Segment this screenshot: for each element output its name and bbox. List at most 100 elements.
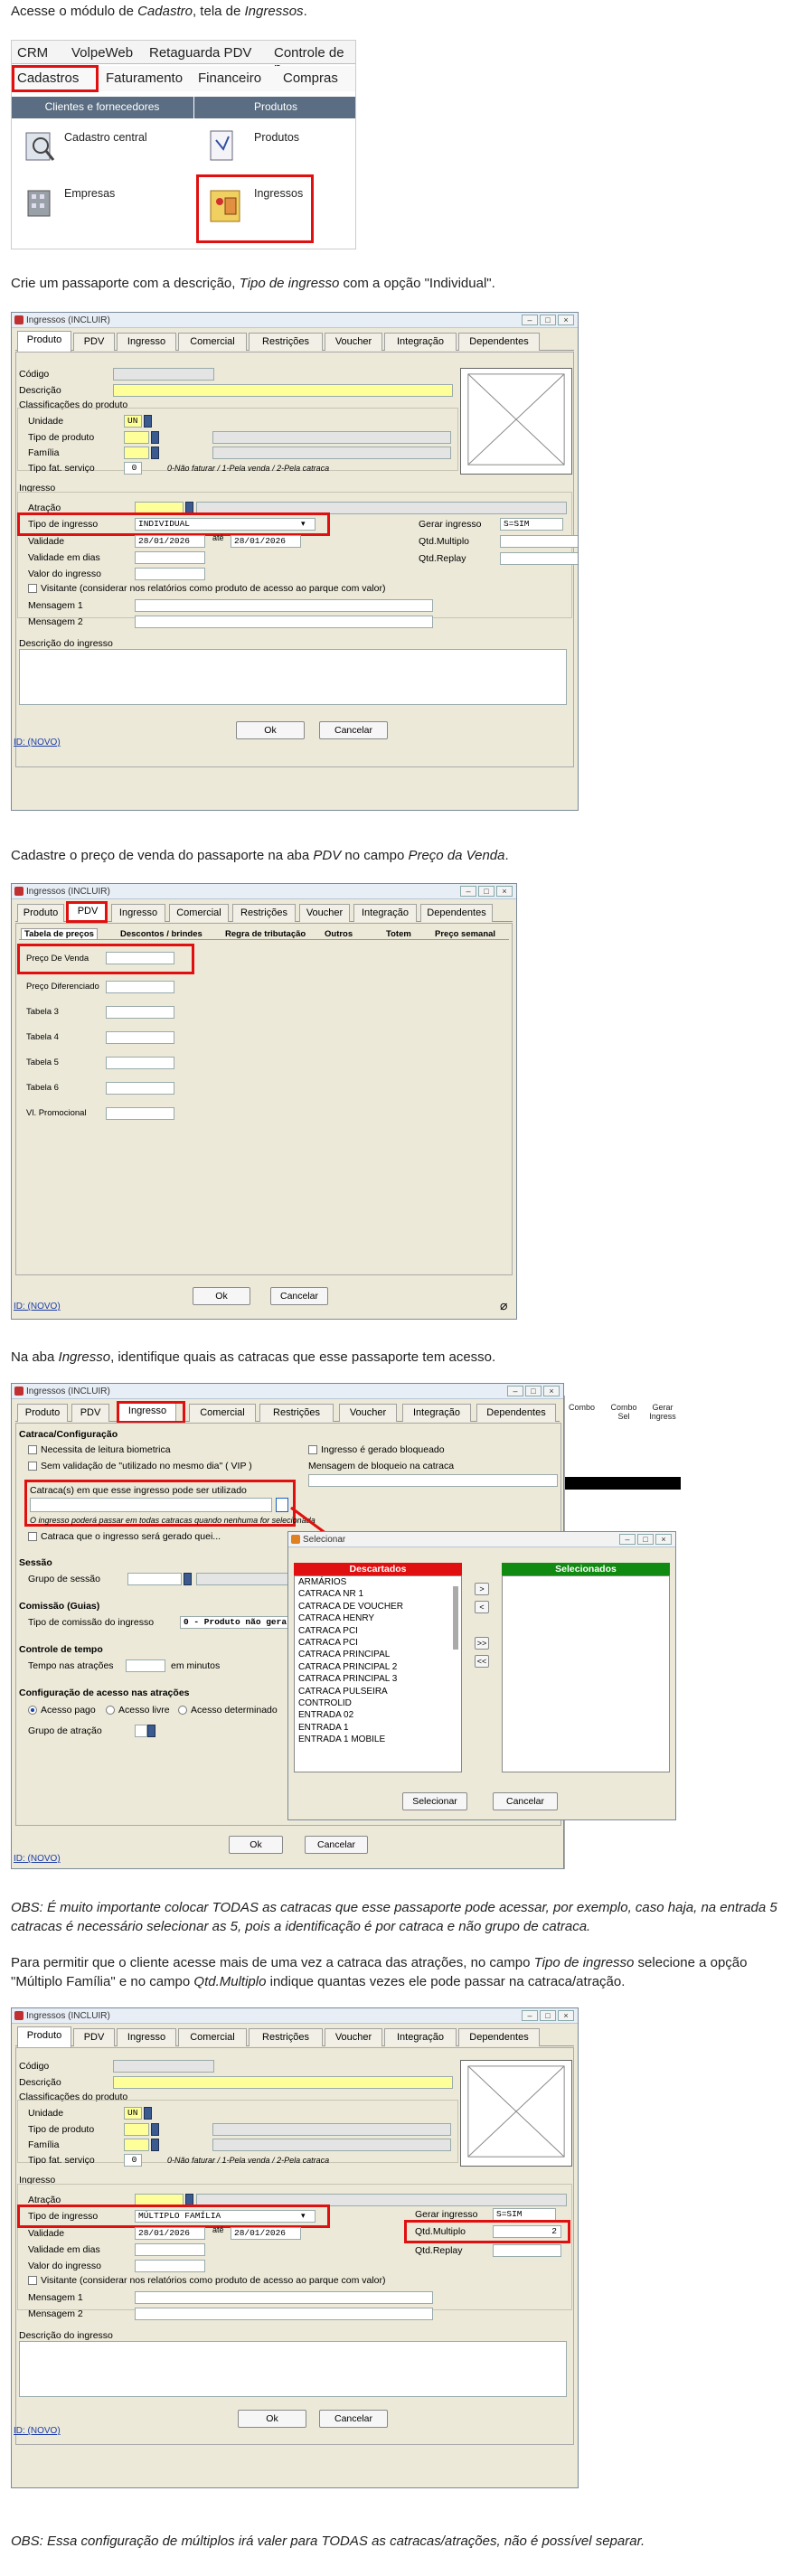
minimize-icon[interactable]: –: [522, 315, 538, 325]
gerar-ingresso-select[interactable]: S=SIM: [500, 518, 563, 531]
tempo-atracoes-field[interactable]: [126, 1659, 165, 1672]
product-photo[interactable]: [460, 368, 572, 475]
tab-voucher[interactable]: Voucher: [299, 904, 350, 922]
preco-diferenciado-field[interactable]: [106, 981, 174, 993]
vl-promocional-field[interactable]: [106, 1107, 174, 1120]
tab-comercial[interactable]: Comercial: [178, 2028, 247, 2046]
subtab-totem[interactable]: Totem: [386, 929, 411, 939]
familia-lookup-icon[interactable]: [151, 447, 159, 459]
tabela4-field[interactable]: [106, 1031, 174, 1044]
validade-ate-field[interactable]: 28/01/2026: [231, 535, 301, 548]
catracas-lookup-button[interactable]: [276, 1498, 288, 1512]
list-item[interactable]: CATRACA PCI: [298, 1637, 461, 1649]
descricao-field[interactable]: [113, 384, 453, 397]
ok-button[interactable]: Ok: [229, 1836, 283, 1854]
list-item[interactable]: CATRACA DE VOUCHER: [298, 1601, 461, 1612]
selecionar-button[interactable]: Selecionar: [402, 1792, 467, 1810]
minimize-icon[interactable]: –: [460, 886, 476, 897]
bloqueado-checkbox[interactable]: [308, 1445, 317, 1454]
list-item[interactable]: CATRACA PRINCIPAL 3: [298, 1673, 461, 1685]
cancel-button[interactable]: Cancelar: [270, 1287, 328, 1305]
selecionados-list[interactable]: [502, 1575, 670, 1772]
unidade-field[interactable]: UN: [124, 415, 142, 428]
tab-restricoes[interactable]: Restrições: [249, 2028, 323, 2046]
remove-all-button[interactable]: <<: [475, 1655, 489, 1668]
list-item[interactable]: CATRACA PCI: [298, 1625, 461, 1637]
mensagem1-field[interactable]: [135, 599, 433, 612]
valor-field[interactable]: [135, 568, 205, 580]
qtd-multiplo-field[interactable]: [500, 535, 578, 548]
cadastro-central-icon[interactable]: [24, 129, 55, 164]
list-item[interactable]: CATRACA PRINCIPAL: [298, 1649, 461, 1660]
tab-comercial[interactable]: Comercial: [178, 333, 247, 351]
validade-dias-field[interactable]: [135, 551, 205, 564]
produtos-label[interactable]: Produtos: [254, 131, 299, 144]
product-photo[interactable]: [460, 2060, 572, 2167]
tipo-fat-field[interactable]: 0: [124, 462, 142, 475]
ok-button[interactable]: Ok: [193, 1287, 250, 1305]
tab-voucher[interactable]: Voucher: [339, 1404, 397, 1422]
list-item[interactable]: CATRACA HENRY: [298, 1612, 461, 1624]
list-item[interactable]: CATRACA PRINCIPAL 2: [298, 1661, 461, 1673]
add-button[interactable]: >: [475, 1583, 489, 1595]
close-icon[interactable]: ×: [655, 1534, 672, 1545]
tipo-fat-field[interactable]: 0: [124, 2154, 142, 2167]
tab-pdv[interactable]: PDV: [73, 2028, 115, 2046]
tabela6-field[interactable]: [106, 1082, 174, 1095]
ingressos-icon[interactable]: [207, 185, 243, 225]
tab-pdv[interactable]: PDV: [71, 1404, 109, 1422]
cancel-button[interactable]: Cancelar: [305, 1836, 368, 1854]
tab-ingresso[interactable]: Ingresso: [117, 333, 176, 351]
minimize-icon[interactable]: –: [522, 2010, 538, 2021]
tipo-produto-field[interactable]: [124, 2123, 149, 2136]
cancel-button[interactable]: Cancelar: [319, 721, 388, 739]
menu-financeiro[interactable]: Financeiro: [198, 71, 261, 86]
tab-dependentes[interactable]: Dependentes: [458, 333, 540, 351]
produtos-icon[interactable]: [207, 127, 238, 164]
biometria-checkbox[interactable]: [28, 1445, 37, 1454]
id-link[interactable]: ID: (NOVO): [14, 738, 61, 747]
tabela5-field[interactable]: [106, 1057, 174, 1069]
catracas-field[interactable]: [30, 1498, 272, 1512]
subtab-descontos[interactable]: Descontos / brindes: [120, 929, 202, 939]
descricao-ingresso-textarea[interactable]: [19, 649, 567, 705]
tab-dependentes[interactable]: Dependentes: [420, 904, 493, 922]
unidade-lookup-icon[interactable]: [144, 2107, 152, 2120]
msg-bloqueio-field[interactable]: [308, 1474, 558, 1487]
tab-pdv[interactable]: PDV: [73, 333, 115, 351]
cadastro-central-label[interactable]: Cadastro central: [64, 131, 147, 144]
grupo-atracao-field[interactable]: [135, 1725, 147, 1737]
subtab-preco-semanal[interactable]: Preço semanal: [435, 929, 495, 939]
gerar-ingresso-select[interactable]: S=SIM: [493, 2208, 556, 2221]
close-icon[interactable]: ×: [558, 2010, 574, 2021]
ok-button[interactable]: Ok: [236, 721, 305, 739]
menu-retaguarda[interactable]: Retaguarda PDV: [149, 45, 251, 61]
grupo-sessao-field[interactable]: [127, 1573, 182, 1585]
tab-ingresso[interactable]: Ingresso: [117, 2028, 176, 2046]
tipo-comissao-select[interactable]: 0 - Produto não gera: [180, 1616, 288, 1629]
cancel-button[interactable]: Cancelar: [319, 2410, 388, 2428]
preco-venda-field[interactable]: [106, 952, 174, 964]
menu-compras[interactable]: Compras: [283, 71, 338, 86]
tabela3-field[interactable]: [106, 1006, 174, 1019]
familia-lookup-icon[interactable]: [151, 2139, 159, 2151]
menu-faturamento[interactable]: Faturamento: [106, 71, 183, 86]
qtd-multiplo-field[interactable]: 2: [493, 2225, 561, 2238]
tab-restricoes[interactable]: Restrições: [232, 904, 296, 922]
list-item[interactable]: CATRACA PULSEIRA: [298, 1686, 461, 1697]
maximize-icon[interactable]: □: [525, 1386, 542, 1396]
tab-dependentes[interactable]: Dependentes: [476, 1404, 556, 1422]
ingressos-label[interactable]: Ingressos: [254, 187, 303, 200]
mensagem1-field[interactable]: [135, 2291, 433, 2304]
tab-ingresso[interactable]: Ingresso: [111, 904, 165, 922]
tab-integracao[interactable]: Integração: [384, 333, 457, 351]
id-link[interactable]: ID: (NOVO): [14, 2426, 61, 2436]
codigo-field[interactable]: [113, 368, 214, 381]
list-item[interactable]: ENTRADA 1: [298, 1722, 461, 1734]
subtab-tabela-precos[interactable]: Tabela de preços: [21, 928, 98, 940]
tab-voucher[interactable]: Voucher: [325, 333, 382, 351]
maximize-icon[interactable]: □: [540, 2010, 556, 2021]
valor-field[interactable]: [135, 2260, 205, 2272]
tab-integracao[interactable]: Integração: [384, 2028, 457, 2046]
tab-produto[interactable]: Produto: [17, 2026, 71, 2047]
